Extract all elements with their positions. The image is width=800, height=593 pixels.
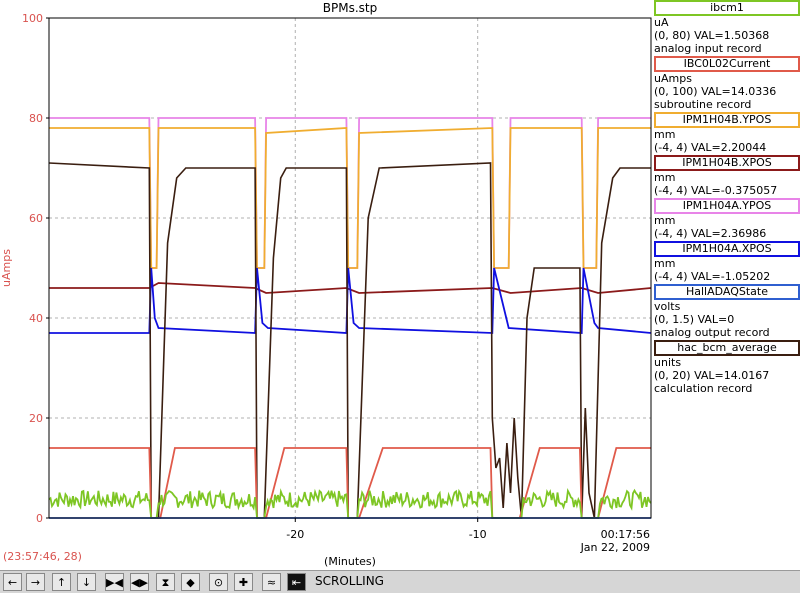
zoom-out-y-button[interactable]: ◆ xyxy=(181,573,200,591)
legend-detail: subroutine record xyxy=(654,98,752,111)
center-icon: ⊙ xyxy=(213,576,224,589)
legend-detail: (0, 1.5) VAL=0 xyxy=(654,313,735,326)
scrolling-status: SCROLLING xyxy=(315,574,384,588)
scroll-left-button[interactable]: ← xyxy=(3,573,22,591)
y-tick-label: 0 xyxy=(36,512,43,525)
legend-item[interactable]: IPM1H04B.YPOS mm (-4, 4) VAL=2.20044 xyxy=(654,112,800,154)
legend-detail: (0, 20) VAL=14.0167 xyxy=(654,369,770,382)
legend-name-box[interactable]: IBC0L02Current xyxy=(654,56,800,72)
legend-item[interactable]: IPM1H04A.XPOS mm (-4, 4) VAL=-1.05202 xyxy=(654,241,800,283)
scroll-left-icon: ← xyxy=(7,576,18,589)
legend-detail: analog output record xyxy=(654,326,770,339)
center-button[interactable]: ⊙ xyxy=(209,573,228,591)
zoom-out-y-icon: ◆ xyxy=(186,576,195,589)
legend-name-box[interactable]: ibcm1 xyxy=(654,0,800,16)
legend-name-box[interactable]: IPM1H04B.XPOS xyxy=(654,155,800,171)
scroll-up-icon: ↑ xyxy=(56,576,67,589)
legend-detail: (-4, 4) VAL=-0.375057 xyxy=(654,184,778,197)
y-axis-label: uAmps xyxy=(0,249,13,287)
zoom-out-x-icon: ◀▶ xyxy=(131,576,148,589)
y-tick-label: 40 xyxy=(29,312,43,325)
legend-item[interactable]: HallADAQState volts (0, 1.5) VAL=0 analog o… xyxy=(654,284,800,339)
legend-item[interactable]: ibcm1 uA (0, 80) VAL=1.50368 analog input r… xyxy=(654,0,800,55)
legend-item[interactable]: IPM1H04B.XPOS mm (-4, 4) VAL=-0.375057 xyxy=(654,155,800,197)
x-tick-label: -20 xyxy=(286,528,304,541)
legend-detail: mm xyxy=(654,171,676,184)
time-readout-time: 00:17:56 xyxy=(600,528,650,541)
zoom-in-y-button[interactable]: ⧗ xyxy=(156,573,175,591)
scroll-up-button[interactable]: ↑ xyxy=(52,573,71,591)
y-tick-label: 80 xyxy=(29,112,43,125)
legend-detail: units xyxy=(654,356,682,369)
legend: ibcm1 uA (0, 80) VAL=1.50368 analog input r… xyxy=(654,0,800,396)
legend-detail: (0, 100) VAL=14.0336 xyxy=(654,85,777,98)
x-tick-label: -10 xyxy=(469,528,487,541)
scroll-down-button[interactable]: ↓ xyxy=(77,573,96,591)
legend-detail: uA xyxy=(654,16,669,29)
legend-detail: mm xyxy=(654,257,676,270)
legend-detail: calculation record xyxy=(654,382,753,395)
legend-detail: uAmps xyxy=(654,72,692,85)
scroll-mode-icon: ⇤ xyxy=(291,576,302,589)
time-readout: 00:17:56 Jan 22, 2009 xyxy=(560,528,650,554)
legend-detail: volts xyxy=(654,300,681,313)
legend-name-box[interactable]: hac_bcm_average xyxy=(654,340,800,356)
zoom-in-x-icon: ▶◀ xyxy=(106,576,123,589)
toolbar: ← → ↑ ↓ ▶◀ ◀▶ ⧗ ◆ ⊙ ✚ ≈ ⇤ SCROLLING xyxy=(0,570,800,593)
y-tick-label: 100 xyxy=(22,12,43,25)
x-axis-label: (Minutes) xyxy=(324,555,376,568)
scroll-right-icon: → xyxy=(30,576,41,589)
zoom-out-x-button[interactable]: ◀▶ xyxy=(130,573,149,591)
legend-item[interactable]: hac_bcm_average units (0, 20) VAL=14.0167 c… xyxy=(654,340,800,395)
strip-chart[interactable]: 0 20 40 60 80 100 -20 -10 uAmps xyxy=(0,0,654,570)
legend-detail: (0, 80) VAL=1.50368 xyxy=(654,29,770,42)
add-icon: ✚ xyxy=(238,576,249,589)
scroll-down-icon: ↓ xyxy=(81,576,92,589)
cursor-readout: (23:57:46, 28) xyxy=(3,550,82,563)
legend-item[interactable]: IBC0L02Current uAmps (0, 100) VAL=14.0336 s… xyxy=(654,56,800,111)
y-tick-label: 20 xyxy=(29,412,43,425)
legend-name-box[interactable]: IPM1H04A.XPOS xyxy=(654,241,800,257)
scroll-right-button[interactable]: → xyxy=(26,573,45,591)
legend-item[interactable]: IPM1H04A.YPOS mm (-4, 4) VAL=2.36986 xyxy=(654,198,800,240)
auto-scale-icon: ≈ xyxy=(266,576,277,589)
add-button[interactable]: ✚ xyxy=(234,573,253,591)
legend-detail: mm xyxy=(654,214,676,227)
time-readout-date: Jan 22, 2009 xyxy=(580,541,650,554)
zoom-in-y-icon: ⧗ xyxy=(161,576,170,589)
legend-name-box[interactable]: IPM1H04A.YPOS xyxy=(654,198,800,214)
legend-detail: analog input record xyxy=(654,42,762,55)
legend-name-box[interactable]: IPM1H04B.YPOS xyxy=(654,112,800,128)
legend-detail: (-4, 4) VAL=-1.05202 xyxy=(654,270,771,283)
zoom-in-x-button[interactable]: ▶◀ xyxy=(105,573,124,591)
scroll-mode-button[interactable]: ⇤ xyxy=(287,573,306,591)
legend-detail: mm xyxy=(654,128,676,141)
y-tick-label: 60 xyxy=(29,212,43,225)
auto-scale-button[interactable]: ≈ xyxy=(262,573,281,591)
legend-detail: (-4, 4) VAL=2.20044 xyxy=(654,141,767,154)
legend-name-box[interactable]: HallADAQState xyxy=(654,284,800,300)
legend-detail: (-4, 4) VAL=2.36986 xyxy=(654,227,767,240)
